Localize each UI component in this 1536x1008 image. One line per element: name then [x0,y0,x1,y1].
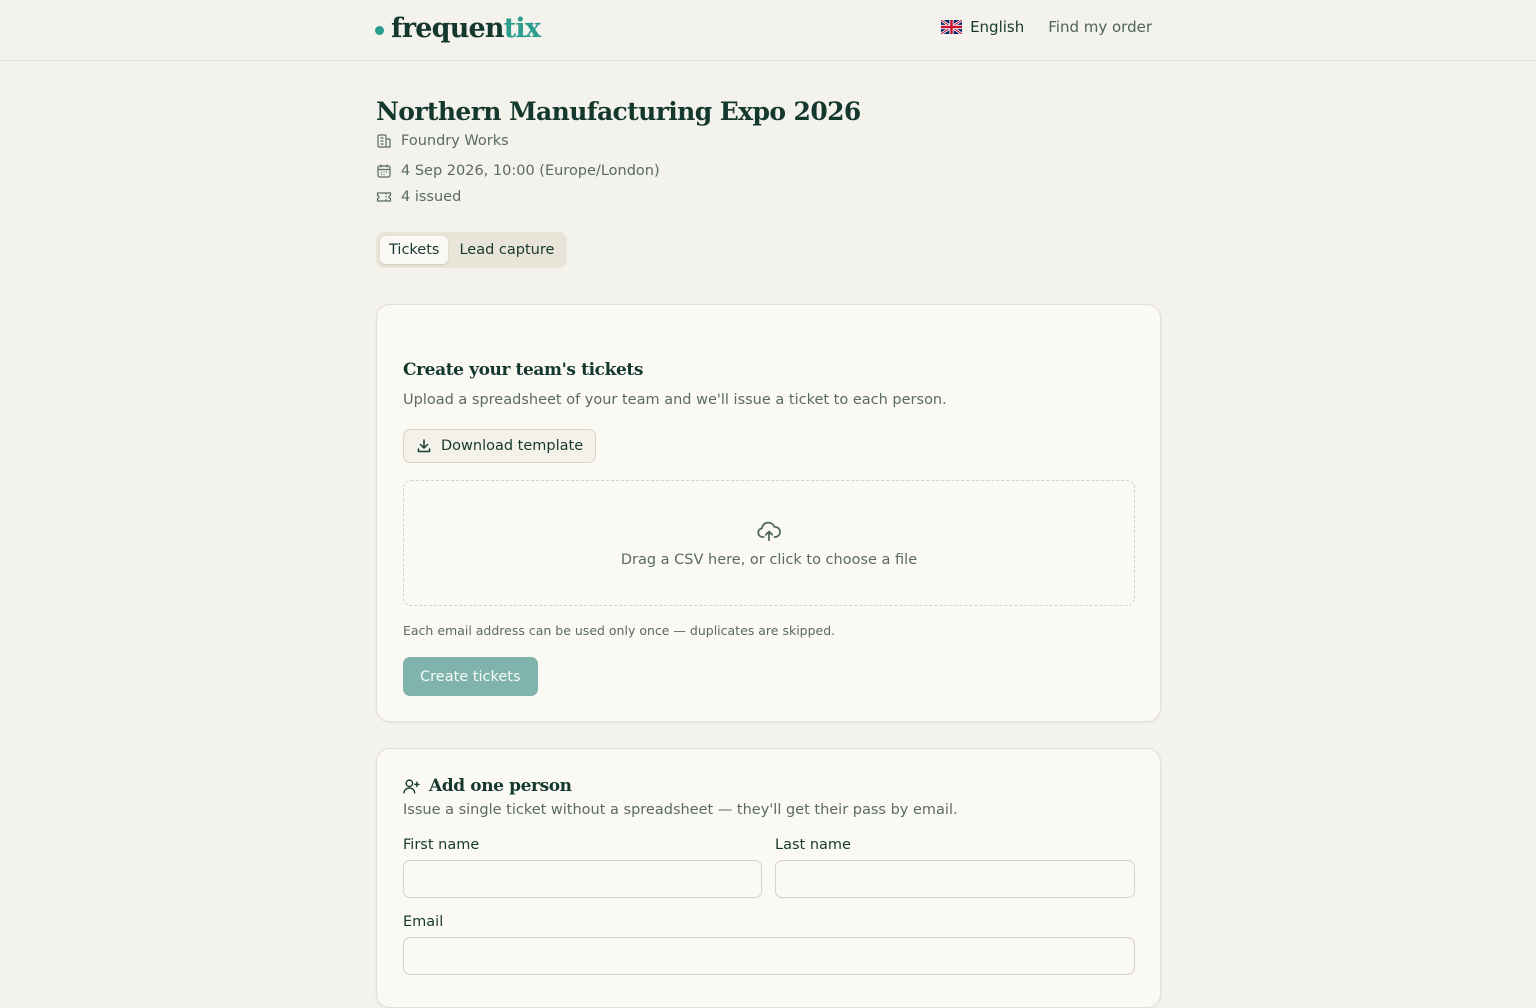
find-my-order-link[interactable]: Find my order [1048,18,1152,36]
event-issued: 4 issued [376,184,1161,210]
user-plus-icon [403,778,420,794]
add-person-subtitle: Issue a single ticket without a spreadsh… [403,802,958,818]
ticket-icon [376,192,392,202]
top-navigation: frequentix English Find my order [0,0,1536,61]
logo-wordmark: frequentix [391,13,541,44]
email-input[interactable] [403,937,1135,975]
bulk-card-title: Create your team's tickets [403,360,644,380]
bulk-upload-card: Create your team's tickets Upload a spre… [376,304,1161,722]
building-icon [377,134,391,148]
issued-count: 4 issued [401,189,462,205]
event-datetime: 4 Sep 2026, 10:00 (Europe/London) [376,158,1161,184]
event-title: Northern Manufacturing Expo 2026 [376,97,861,126]
main-content: Northern Manufacturing Expo 2026 Foundry… [376,96,1161,1008]
csv-dropzone[interactable]: Drag a CSV here, or click to choose a fi… [403,480,1135,606]
tab-tickets[interactable]: Tickets [380,236,449,264]
add-person-header: Add one person [403,776,572,796]
dropzone-text: Drag a CSV here, or click to choose a fi… [620,552,918,568]
frequentix-logo[interactable]: frequentix [375,13,541,45]
email-label: Email [403,914,444,930]
language-selector[interactable]: English [941,18,1024,36]
download-template-label: Download template [441,438,584,454]
nav-right: English Find my order [941,18,1152,36]
add-person-title: Add one person [429,776,572,796]
logo-dot-icon [375,25,384,35]
cloud-upload-icon [757,521,781,542]
venue-text: Foundry Works [401,133,509,149]
last-name-label: Last name [775,837,851,853]
create-tickets-button[interactable]: Create tickets [403,657,538,696]
last-name-input[interactable] [775,860,1135,898]
download-icon [417,439,431,453]
first-name-label: First name [403,837,480,853]
download-template-button[interactable]: Download template [403,429,597,463]
datetime-text: 4 Sep 2026, 10:00 (Europe/London) [401,163,660,179]
event-venue: Foundry Works [376,128,1161,154]
uk-flag-icon [941,20,963,34]
bulk-card-subtitle: Upload a spreadsheet of your team and we… [403,392,947,408]
tab-lead-capture[interactable]: Lead capture [450,236,563,264]
calendar-icon [377,164,391,178]
language-label: English [970,18,1025,36]
duplicate-hint: Each email address can be used only once… [403,623,836,638]
tab-bar: Tickets Lead capture [376,232,568,268]
add-one-person-card: Add one person Issue a single ticket wit… [376,748,1161,1008]
first-name-input[interactable] [403,860,762,898]
